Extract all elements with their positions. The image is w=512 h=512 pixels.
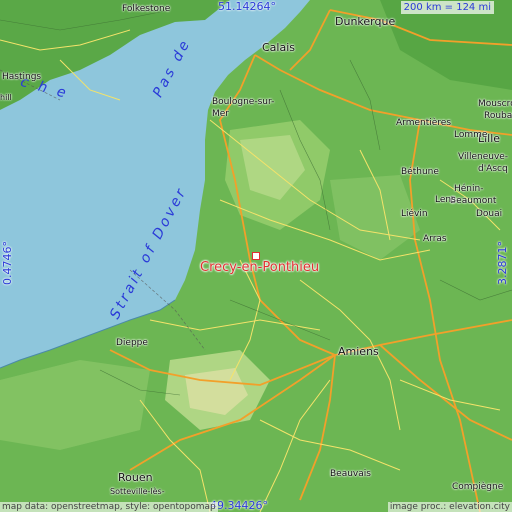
city-label: Mer bbox=[212, 109, 230, 119]
scale-bar-label: 200 km = 124 mi bbox=[400, 1, 494, 14]
east-coordinate: 3.2871° bbox=[496, 241, 509, 285]
city-label: Beauvais bbox=[330, 469, 371, 479]
city-label: Lomme bbox=[454, 130, 488, 140]
city-label: Compiègne bbox=[452, 482, 504, 492]
city-label: Dieppe bbox=[116, 338, 148, 348]
city-label: Liévin bbox=[401, 209, 428, 219]
city-label: Roubaix bbox=[484, 111, 512, 121]
south-coordinate: 49.34426° bbox=[210, 499, 268, 512]
city-label: Hénin- bbox=[454, 184, 484, 194]
city-label: Douai bbox=[476, 209, 503, 219]
city-label: Sotteville-lès- bbox=[110, 487, 165, 496]
city-label: Lens bbox=[435, 195, 456, 205]
location-marker-icon[interactable] bbox=[252, 252, 260, 260]
city-label: Arras bbox=[423, 234, 447, 244]
city-label: Amiens bbox=[338, 345, 379, 358]
city-label: Villeneuve- bbox=[458, 152, 509, 162]
city-label: Hastings bbox=[2, 72, 42, 82]
city-label: Béthune bbox=[401, 167, 439, 177]
city-label: Calais bbox=[262, 41, 296, 54]
city-label: Mouscro bbox=[478, 99, 512, 109]
city-label: Rouen bbox=[118, 471, 153, 484]
city-label: d'Ascq bbox=[478, 164, 508, 174]
city-label: Folkestone bbox=[122, 4, 171, 14]
city-label: hill bbox=[0, 93, 12, 102]
north-coordinate: 51.14264° bbox=[218, 0, 276, 13]
city-label: Dunkerque bbox=[335, 15, 396, 28]
city-label: Beaumont bbox=[450, 196, 497, 206]
city-label: Boulogne-sur- bbox=[212, 97, 275, 107]
city-label: Armentières bbox=[396, 118, 452, 128]
map-view[interactable]: 51.14264° 49.34426° 0.4746° 3.2871° 200 … bbox=[0, 0, 512, 512]
attribution-map-data: map data: openstreetmap, style: opentopo… bbox=[0, 502, 218, 512]
place-name-label: Crecy-en-Ponthieu bbox=[200, 260, 320, 275]
attribution-image-proc: image proc.: elevation.city bbox=[387, 502, 512, 512]
west-coordinate: 0.4746° bbox=[1, 241, 14, 285]
